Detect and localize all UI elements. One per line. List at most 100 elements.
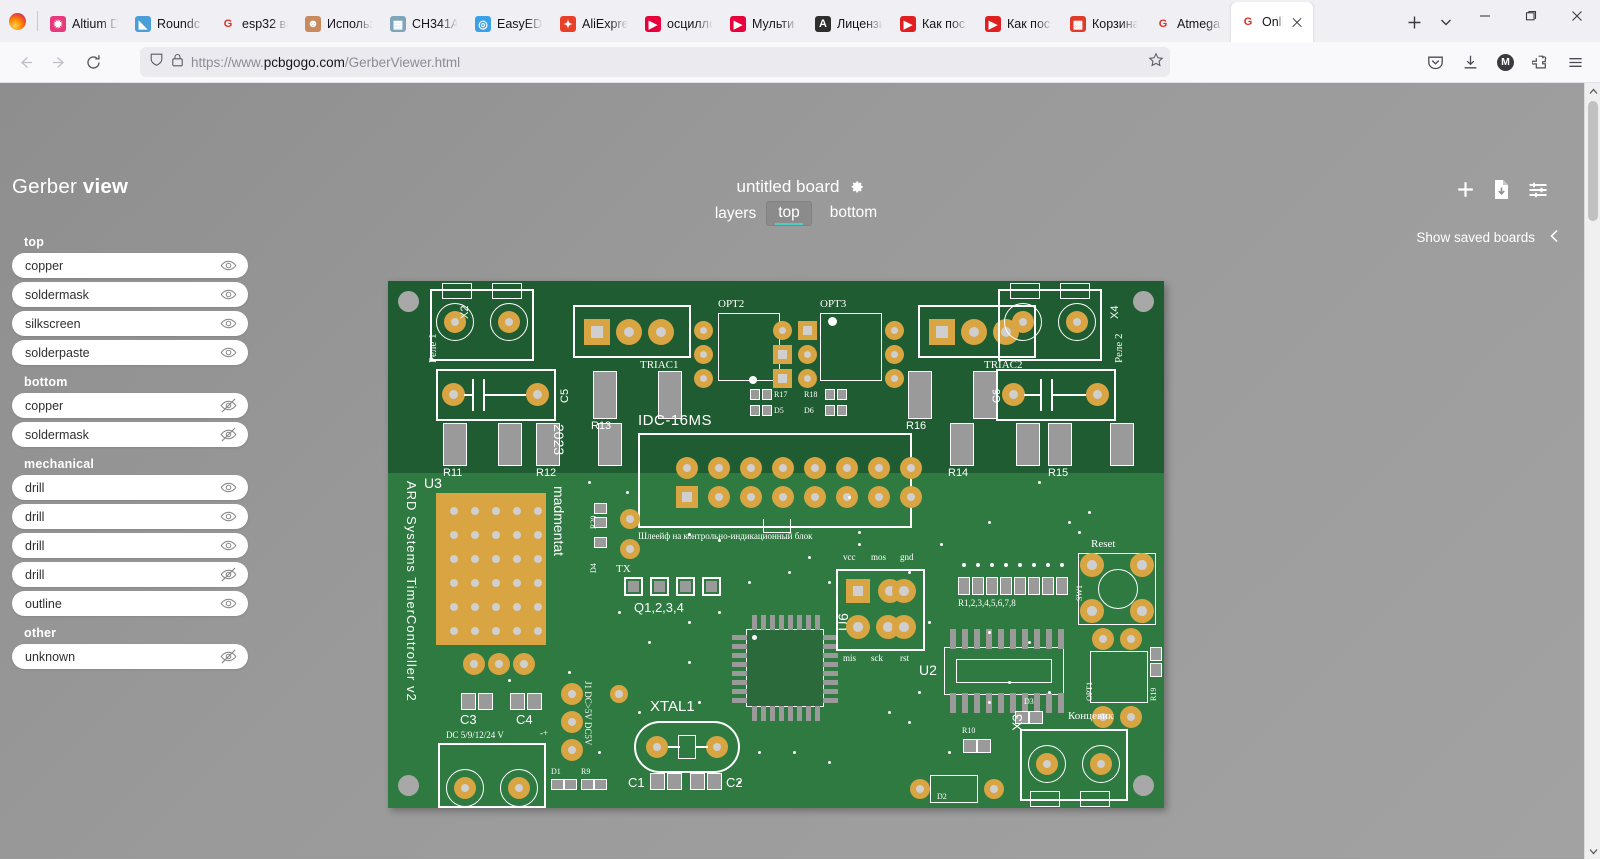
browser-tab-title: esp32 вн <box>242 17 288 31</box>
smd-r18 <box>825 389 835 400</box>
account-avatar[interactable]: M <box>1489 46 1522 79</box>
page-scrollbar[interactable] <box>1584 83 1600 859</box>
browser-tab[interactable]: ▶ Мульти <box>721 6 806 42</box>
silk-isp-gnd: gnd <box>900 552 914 562</box>
silk-r13: R13 <box>591 420 612 432</box>
u6-pin <box>806 706 811 721</box>
downloads-icon[interactable] <box>1454 46 1487 79</box>
browser-tab[interactable]: ◎ EasyEDA <box>466 6 551 42</box>
new-tab-button[interactable] <box>1398 6 1430 38</box>
layer-row[interactable]: soldermask <box>12 422 248 447</box>
layer-row[interactable]: drill <box>12 533 248 558</box>
silk-d1: D1 <box>551 767 561 776</box>
layer-row[interactable]: outline <box>12 591 248 616</box>
scrollbar-thumb[interactable] <box>1588 101 1598 221</box>
layer-row[interactable]: copper <box>12 253 248 278</box>
mounting-hole <box>1133 775 1154 796</box>
eye-hidden-icon[interactable] <box>220 566 237 583</box>
eye-visible-icon[interactable] <box>220 286 237 303</box>
smd-r19 <box>1150 647 1162 661</box>
silk-d3: D3 <box>1024 697 1034 706</box>
u3-via <box>513 627 521 635</box>
u6-pin <box>761 706 766 721</box>
eye-hidden-icon[interactable] <box>220 397 237 414</box>
scroll-down-arrow[interactable] <box>1585 843 1600 859</box>
browser-tab[interactable]: ▦ CH341A <box>381 6 466 42</box>
layer-row[interactable]: copper <box>12 393 248 418</box>
eye-hidden-icon[interactable] <box>220 426 237 443</box>
eye-hidden-icon[interactable] <box>220 648 237 665</box>
pad <box>1130 553 1154 577</box>
u6-pin <box>752 615 757 630</box>
layer-row[interactable]: drill <box>12 562 248 587</box>
browser-tab[interactable]: ☻ Использ <box>296 6 381 42</box>
browser-tab[interactable]: ◣ Roundc <box>126 6 211 42</box>
layer-row[interactable]: solderpaste <box>12 340 248 365</box>
eye-visible-icon[interactable] <box>220 595 237 612</box>
via <box>828 581 831 584</box>
layer-group-label: other <box>24 626 57 640</box>
tab-top[interactable]: top <box>766 201 812 226</box>
eye-visible-icon[interactable] <box>220 537 237 554</box>
silk-d5: D5 <box>774 406 784 415</box>
window-close-button[interactable] <box>1554 0 1600 32</box>
lock-icon[interactable] <box>171 53 184 72</box>
pad <box>885 369 904 388</box>
silk-r11: R11 <box>443 467 463 479</box>
chevron-left-icon[interactable] <box>1549 229 1560 246</box>
layer-row[interactable]: drill <box>12 504 248 529</box>
via <box>588 481 591 484</box>
forward-button[interactable] <box>42 45 76 79</box>
pcb-canvas[interactable]: X2 Реле 1 C5 R11 R12 TRIAC1 R13 OPT2 OPT… <box>388 281 1164 808</box>
window-restore-button[interactable] <box>1508 0 1554 32</box>
board-settings-icon[interactable] <box>1528 181 1548 204</box>
layer-name: drill <box>25 538 45 553</box>
eye-visible-icon[interactable] <box>220 508 237 525</box>
eye-visible-icon[interactable] <box>220 257 237 274</box>
tab-close-icon[interactable] <box>1289 14 1305 30</box>
layer-row[interactable]: drill <box>12 475 248 500</box>
browser-tab[interactable]: ✹ Altium D <box>41 6 126 42</box>
eye-visible-icon[interactable] <box>220 344 237 361</box>
back-button[interactable] <box>8 45 42 79</box>
browser-tab-strip: ✹ Altium D ◣ Roundc Gesp32 вн ☻ Использ ▦ CH341A… <box>0 0 1600 42</box>
tracking-protection-shield-icon[interactable] <box>149 52 164 72</box>
silk-opt1: OPT1 <box>1085 681 1094 701</box>
gear-icon[interactable] <box>849 180 864 195</box>
add-board-icon[interactable] <box>1456 180 1475 204</box>
list-all-tabs-button[interactable] <box>1430 6 1462 38</box>
browser-tab[interactable]: G Online <box>1231 2 1313 42</box>
browser-tab[interactable]: Gesp32 вн <box>211 6 296 42</box>
silk-power-polarity: -+ <box>540 728 549 738</box>
app-menu-icon[interactable] <box>1559 46 1592 79</box>
eye-visible-icon[interactable] <box>220 315 237 332</box>
extensions-icon[interactable] <box>1524 46 1557 79</box>
u6-pin <box>732 680 747 685</box>
tab-bottom[interactable]: bottom <box>818 201 889 226</box>
layer-row[interactable]: soldermask <box>12 282 248 307</box>
download-board-icon[interactable] <box>1493 180 1510 204</box>
window-minimize-button[interactable] <box>1462 0 1508 32</box>
pad <box>804 457 826 479</box>
via <box>808 556 811 559</box>
browser-tab[interactable]: ▶ осцилло <box>636 6 721 42</box>
layer-row[interactable]: silkscreen <box>12 311 248 336</box>
browser-tab-title: Atmega <box>1177 17 1221 31</box>
browser-tab[interactable]: ✦ AliExpre <box>551 6 636 42</box>
pocket-icon[interactable] <box>1419 46 1452 79</box>
via <box>618 611 621 614</box>
browser-tab[interactable]: G Atmega <box>1146 6 1231 42</box>
r-array-via <box>1004 563 1008 567</box>
browser-tab[interactable]: A Лицензи <box>806 6 891 42</box>
bookmark-star-icon[interactable] <box>1148 52 1164 73</box>
browser-tab[interactable]: ▶ Как пос <box>976 6 1061 42</box>
layer-row[interactable]: unknown <box>12 644 248 669</box>
eye-visible-icon[interactable] <box>220 479 237 496</box>
scroll-up-arrow[interactable] <box>1585 83 1600 99</box>
url-bar[interactable]: https://www.pcbgogo.com/GerberViewer.htm… <box>140 47 1170 77</box>
browser-tab[interactable]: ▩ Корзина <box>1061 6 1146 42</box>
browser-tab[interactable]: ▶ Как пос <box>891 6 976 42</box>
reload-button[interactable] <box>76 45 110 79</box>
pad <box>1080 553 1104 577</box>
saved-boards-toggle[interactable]: Show saved boards <box>1416 229 1560 246</box>
